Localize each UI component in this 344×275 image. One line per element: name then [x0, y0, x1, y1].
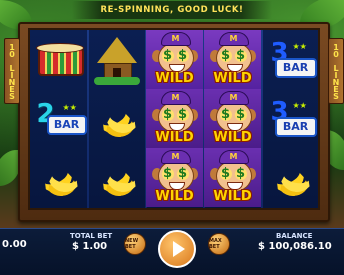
reel-cell: 2 ★★ BAR — [30, 89, 87, 148]
total-bet-label: TOTAL BET — [70, 232, 113, 240]
reel-cell — [88, 30, 145, 89]
monkey-wild-icon: $ $ M WILD — [151, 149, 198, 206]
balance-value: $ 100,086.10 — [258, 241, 332, 252]
three-bar-icon: 3 ★★ BAR — [265, 97, 317, 141]
max-bet-button[interactable]: MAX BET — [208, 233, 230, 255]
total-bet-value: $ 1.00 — [72, 241, 108, 252]
reel-cell — [30, 148, 87, 207]
new-bet-label: NEW BET — [125, 238, 139, 250]
play-icon — [173, 241, 185, 257]
reel-cell: 3 ★★ BAR — [262, 30, 319, 89]
banana-icon — [89, 92, 143, 141]
two-bar-icon: 2 ★★ BAR — [33, 99, 87, 139]
banana-icon — [89, 151, 143, 200]
max-bet-label: MAX BET — [209, 238, 222, 250]
hut-icon — [93, 35, 140, 85]
monkey-wild-icon: $ $ M WILD — [209, 31, 256, 88]
reel-cell: $ $ M WILD — [146, 89, 203, 148]
win-value: 0.00 — [2, 239, 27, 250]
reel-cell — [30, 30, 87, 89]
reel-cell: $ $ M WILD — [204, 30, 261, 89]
reel-cell: $ $ M WILD — [204, 148, 261, 207]
reel-cell: $ $ M WILD — [146, 148, 203, 207]
reel-cell — [262, 148, 319, 207]
reel-area: 2 ★★ BAR $ $ M WILD $ $ M WILD $ $ M WILD $ $ M WILD $ $ M WIL… — [28, 28, 320, 210]
reel-cell: $ $ M WILD — [146, 30, 203, 89]
drum-icon — [35, 42, 84, 77]
banana-icon — [31, 151, 85, 200]
reel-cell — [88, 148, 145, 207]
reel-cell — [88, 89, 145, 148]
monkey-wild-icon: $ $ M WILD — [209, 90, 256, 147]
banana-icon — [263, 151, 317, 200]
lines-sign-left: 10 LINES — [4, 38, 20, 104]
new-bet-button[interactable]: NEW BET — [124, 233, 146, 255]
monkey-wild-icon: $ $ M WILD — [209, 149, 256, 206]
three-bar-icon: 3 ★★ BAR — [265, 38, 317, 82]
reel-cell: $ $ M WILD — [204, 89, 261, 148]
lines-sign-right: 10 LINES — [328, 38, 344, 104]
reel-cell: 3 ★★ BAR — [262, 89, 319, 148]
monkey-wild-icon: $ $ M WILD — [151, 90, 198, 147]
monkey-wild-icon: $ $ M WILD — [151, 31, 198, 88]
spin-button[interactable] — [158, 230, 196, 268]
status-banner: RE-SPINNING, GOOD LUCK! — [72, 1, 272, 19]
balance-label: BALANCE — [276, 232, 313, 240]
